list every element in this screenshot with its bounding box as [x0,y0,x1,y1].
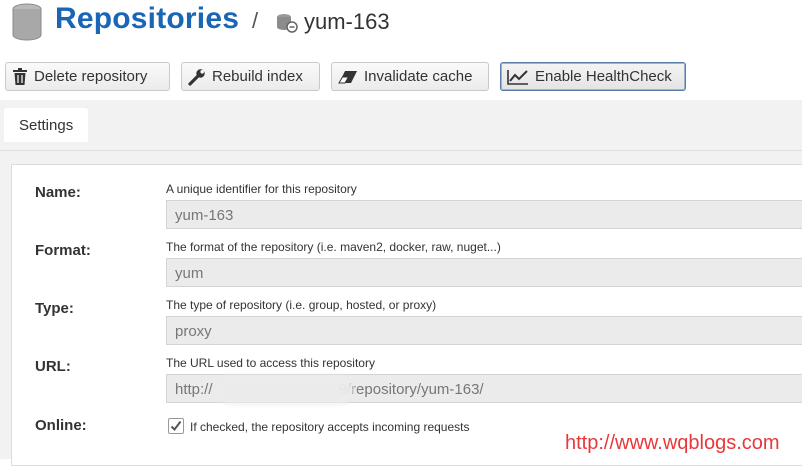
watermark-url: http://www.wqblogs.com [565,432,780,454]
enable-healthcheck-label: Enable HealthCheck [535,68,672,85]
url-field-suffix: 9/repository/yum-163/ [338,381,484,398]
tab-bar: Settings [0,100,802,151]
database-icon [12,3,42,41]
name-field-value: yum-163 [175,207,234,224]
breadcrumb-separator: / [252,8,259,33]
checkmark-icon [170,420,182,432]
invalidate-cache-label: Invalidate cache [364,68,473,85]
url-help-text: The URL used to access this repository [166,356,375,370]
online-checkbox[interactable] [168,418,184,434]
name-help-text: A unique identifier for this repository [166,182,357,196]
url-field-prefix: http:// [175,381,213,398]
name-label: Name: [35,184,81,201]
type-label: Type: [35,300,74,317]
url-redaction-blur [218,376,354,404]
repository-icon [277,14,298,33]
delete-repository-button[interactable]: Delete repository [5,62,170,91]
format-help-text: The format of the repository (i.e. maven… [166,240,501,254]
type-field-value: proxy [175,323,212,340]
online-checkbox-label: If checked, the repository accepts incom… [190,420,470,434]
invalidate-cache-button[interactable]: Invalidate cache [331,62,489,91]
type-field[interactable]: proxy [166,316,802,345]
rebuild-index-label: Rebuild index [212,68,303,85]
enable-healthcheck-button[interactable]: Enable HealthCheck [500,62,686,91]
name-field[interactable]: yum-163 [166,200,802,229]
repository-name: yum-163 [304,9,390,34]
online-label: Online: [35,417,87,434]
toolbar: Delete repository Rebuild index Invalida… [0,62,802,94]
type-help-text: The type of repository (i.e. group, host… [166,298,437,312]
tab-settings-label: Settings [19,116,74,134]
url-label: URL: [35,358,71,375]
wrench-icon [188,68,205,86]
page-title[interactable]: Repositories [55,2,239,36]
tab-settings[interactable]: Settings [4,108,89,142]
eraser-icon [338,70,357,83]
format-field[interactable]: yum [166,258,802,287]
format-label: Format: [35,242,91,259]
page-header: Repositories / yum-163 [0,0,802,52]
delete-repository-label: Delete repository [34,68,148,85]
line-chart-icon [507,69,528,85]
trash-icon [13,68,27,85]
rebuild-index-button[interactable]: Rebuild index [181,62,320,91]
format-field-value: yum [175,265,204,282]
